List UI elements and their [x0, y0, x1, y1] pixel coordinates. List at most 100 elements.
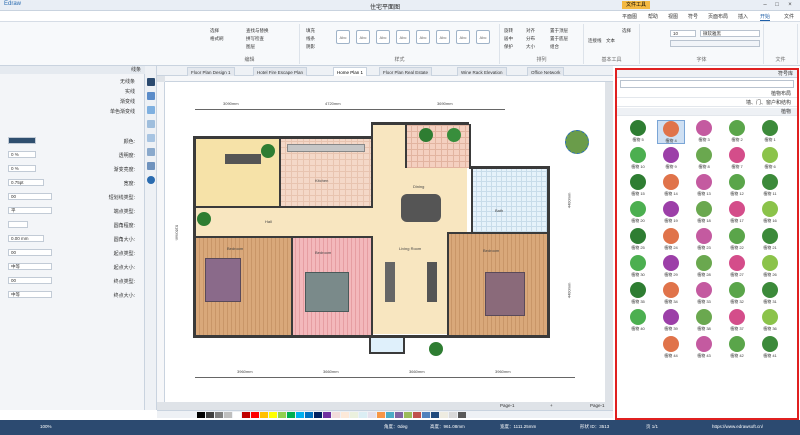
library-plant-item[interactable]: 植物 7	[723, 147, 751, 171]
library-plant-item[interactable]: 植物 9	[657, 147, 685, 171]
option-solid-line[interactable]: 实线	[0, 86, 145, 96]
tab-insert[interactable]: 插入	[738, 13, 748, 20]
color-swatch[interactable]	[449, 412, 457, 418]
library-plant-item[interactable]: 植物 32	[723, 282, 751, 306]
prop-color[interactable]: 颜色:	[0, 136, 145, 146]
library-plant-item[interactable]: 植物 23	[690, 228, 718, 252]
library-plant-item[interactable]: 植物 27	[723, 255, 751, 279]
color-swatch[interactable]	[341, 412, 349, 418]
tv-unit[interactable]	[385, 262, 395, 302]
library-plant-item[interactable]: 植物 1	[756, 120, 784, 144]
color-swatch[interactable]	[278, 412, 286, 418]
prop-round-style[interactable]: 圆角程度:	[0, 220, 145, 230]
library-category-active[interactable]: 植物	[617, 108, 797, 116]
style-preset-4[interactable]: Abc	[416, 30, 430, 44]
prop-width[interactable]: 宽度: 0.75pt	[0, 178, 145, 188]
doctab-floor-plan-design[interactable]: Floor Plan Design 1	[187, 67, 235, 76]
bring-front-button[interactable]: 置于顶层	[550, 28, 568, 34]
library-plant-item[interactable]: 植物 18	[690, 201, 718, 225]
potted-plant[interactable]	[419, 128, 433, 142]
layout-panel-icon[interactable]	[147, 148, 155, 156]
color-swatch[interactable]	[206, 412, 214, 418]
style-preset-1[interactable]: Abc	[476, 30, 490, 44]
format-painter-button[interactable]: 格式刷	[210, 36, 224, 42]
protect-button[interactable]: 保护	[504, 44, 513, 50]
doctab-home-plan[interactable]: Home Plan 1	[333, 67, 368, 76]
fill-button[interactable]: 填充	[306, 28, 315, 34]
library-search-input[interactable]	[620, 80, 794, 88]
font-name-select[interactable]: 微软雅黑	[700, 30, 760, 37]
font-format-bar[interactable]	[670, 40, 760, 47]
library-plant-item[interactable]: 植物 2	[723, 120, 751, 144]
send-back-button[interactable]: 置于底层	[550, 36, 568, 42]
room-bathroom[interactable]	[471, 168, 547, 232]
color-swatch[interactable]	[458, 412, 466, 418]
kitchen-counter[interactable]	[287, 144, 365, 152]
help-icon[interactable]	[147, 176, 155, 184]
zoom-level[interactable]: 100%	[40, 424, 52, 429]
shadow-panel-icon[interactable]	[147, 106, 155, 114]
style-preset-7[interactable]: Abc	[356, 30, 370, 44]
library-plant-item[interactable]: 植物 14	[657, 174, 685, 198]
color-swatch[interactable]	[332, 412, 340, 418]
prop-start-type[interactable]: 起点类型: 00	[0, 248, 145, 258]
bed-1[interactable]	[205, 258, 241, 302]
color-swatch[interactable]	[323, 412, 331, 418]
drawing-page[interactable]: 3090mm 4720mm 3690mm 3960mm 3660mm 3660m…	[165, 82, 605, 402]
style-preset-2[interactable]: Abc	[456, 30, 470, 44]
library-plant-item[interactable]: 植物 24	[657, 228, 685, 252]
option-gradient-line[interactable]: 渐变线	[0, 96, 145, 106]
color-swatch[interactable]	[251, 412, 259, 418]
close-button[interactable]: ×	[785, 1, 795, 10]
style-preset-6[interactable]: Abc	[376, 30, 390, 44]
current-page-tab[interactable]: Page-1	[500, 402, 515, 410]
color-swatch[interactable]	[242, 412, 250, 418]
select-button[interactable]: 选择	[210, 28, 219, 34]
option-mono-gradient[interactable]: 单色渐变线	[0, 106, 145, 116]
library-plant-item[interactable]: 植物 34	[657, 282, 685, 306]
connector-tool-button[interactable]: 连接线	[588, 38, 602, 44]
tab-floorplan[interactable]: 平面图	[622, 13, 637, 20]
center-button[interactable]: 居中	[504, 36, 513, 42]
select-tool-button[interactable]: 选择	[622, 28, 631, 34]
prop-start-size[interactable]: 起点大小: 中等	[0, 262, 145, 272]
prop-dash-type[interactable]: 短划线类型: 00	[0, 192, 145, 202]
context-tab[interactable]: 文件工具	[622, 1, 651, 9]
distribute-button[interactable]: 分布	[526, 36, 535, 42]
tab-file[interactable]: 文件	[784, 13, 794, 20]
library-plant-item[interactable]: 植物 10	[624, 147, 652, 171]
maximize-button[interactable]: □	[772, 1, 782, 10]
tab-symbols[interactable]: 符号	[688, 13, 698, 20]
desk[interactable]	[225, 154, 261, 164]
color-swatch[interactable]	[368, 412, 376, 418]
doctab-hotel-fire-escape[interactable]: Hotel Fire Escape Plan	[253, 67, 308, 76]
rotate-button[interactable]: 旋转	[504, 28, 513, 34]
color-swatch[interactable]	[269, 412, 277, 418]
color-swatch[interactable]	[197, 412, 205, 418]
library-plant-item[interactable]: 植物 39	[657, 309, 685, 333]
image-panel-icon[interactable]	[147, 120, 155, 128]
color-swatch[interactable]	[386, 412, 394, 418]
selected-plant-shape[interactable]	[565, 130, 589, 154]
data-panel-icon[interactable]	[147, 162, 155, 170]
style-preset-3[interactable]: Abc	[436, 30, 450, 44]
library-plant-item[interactable]: 植物 16	[756, 201, 784, 225]
text-tool-button[interactable]: 文本	[606, 38, 615, 44]
room-porch[interactable]	[369, 336, 405, 354]
tab-view[interactable]: 视图	[668, 13, 678, 20]
library-plant-item[interactable]: 植物 43	[690, 336, 718, 360]
color-swatch[interactable]	[233, 412, 241, 418]
style-preset-5[interactable]: Abc	[396, 30, 410, 44]
align-button[interactable]: 对齐	[526, 28, 535, 34]
potted-plant[interactable]	[197, 212, 211, 226]
library-plant-item[interactable]: 植物 13	[690, 174, 718, 198]
library-category[interactable]: 墙、门、窗户和结构	[617, 99, 797, 107]
doctab-wine-rack[interactable]: Wine Rack Elevation	[457, 67, 507, 76]
color-swatch[interactable]	[260, 412, 268, 418]
library-plant-item[interactable]: 植物 37	[723, 309, 751, 333]
group-button[interactable]: 组合	[550, 44, 559, 50]
library-plant-item[interactable]: 植物 41	[756, 336, 784, 360]
library-plant-item[interactable]: 植物 22	[723, 228, 751, 252]
library-plant-item[interactable]: 植物 15	[624, 174, 652, 198]
library-plant-item[interactable]: 植物 6	[756, 147, 784, 171]
